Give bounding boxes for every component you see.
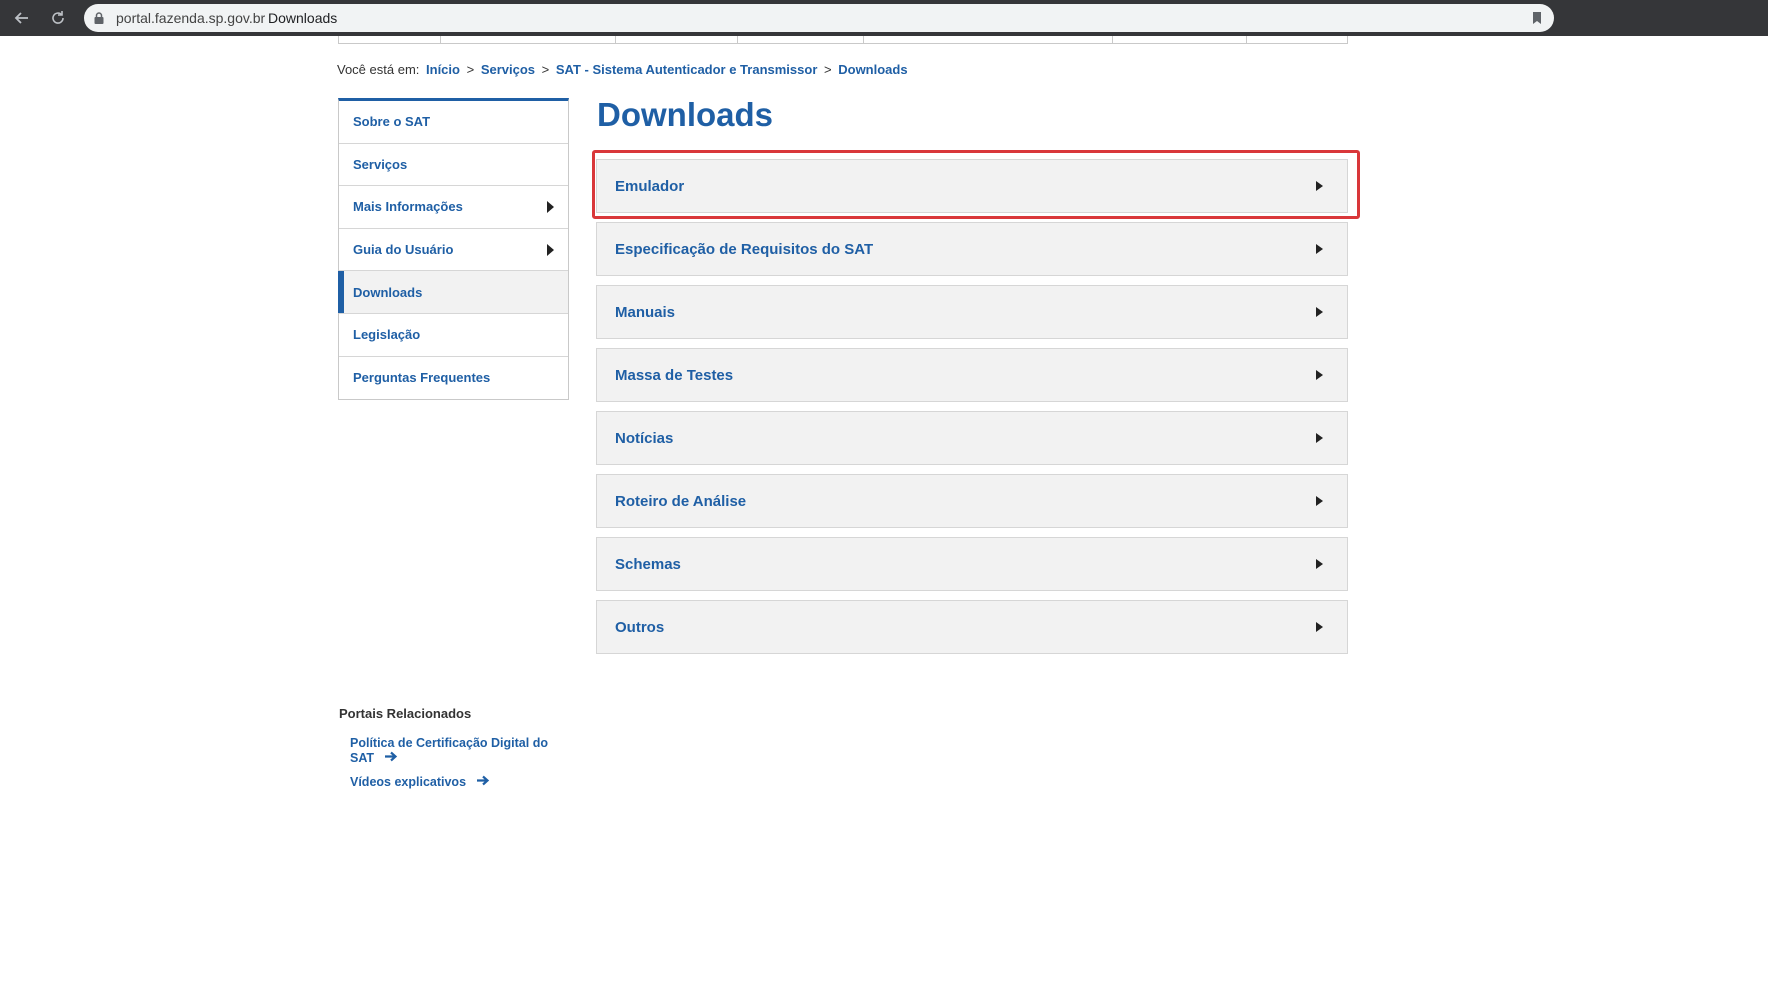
accordion-label: Schemas	[615, 555, 681, 573]
related-link-label-line2: SAT	[350, 751, 375, 765]
address-bar[interactable]: portal.fazenda.sp.gov.br Downloads	[84, 4, 1554, 32]
caret-right-icon	[1316, 181, 1323, 191]
sidebar-item-perguntas-frequentes[interactable]: Perguntas Frequentes	[339, 357, 568, 400]
accordion-especificacao[interactable]: Especificação de Requisitos do SAT	[596, 222, 1348, 276]
caret-right-icon	[1316, 559, 1323, 569]
sidebar-item-sobre-o-sat[interactable]: Sobre o SAT	[339, 101, 568, 144]
caret-right-icon	[1316, 244, 1323, 254]
url-host: portal.fazenda.sp.gov.br	[116, 10, 266, 26]
sidebar-item-label: Mais Informações	[353, 199, 463, 215]
page-title: Downloads	[597, 96, 774, 133]
url-page-title: Downloads	[268, 10, 338, 26]
sidebar-item-label: Downloads	[353, 284, 423, 300]
related-link-politica[interactable]: Política de Certificação Digital do SAT	[350, 736, 548, 766]
accordion-label: Outros	[615, 618, 665, 636]
caret-right-icon	[1316, 307, 1323, 317]
breadcrumb-link-downloads[interactable]: Downloads	[838, 62, 907, 77]
sidebar-item-label: Perguntas Frequentes	[353, 370, 491, 386]
accordion-schemas[interactable]: Schemas	[596, 537, 1348, 591]
accordion-noticias[interactable]: Notícias	[596, 411, 1348, 465]
accordion-emulador[interactable]: Emulador	[596, 159, 1348, 213]
arrow-right-icon	[476, 775, 490, 790]
related-link-videos[interactable]: Vídeos explicativos	[350, 775, 490, 790]
caret-right-icon	[1316, 496, 1323, 506]
sidebar-item-downloads[interactable]: Downloads	[338, 271, 568, 314]
bookmark-icon[interactable]	[1530, 11, 1544, 25]
browser-toolbar: portal.fazenda.sp.gov.br Downloads	[0, 0, 1768, 36]
accordion-label: Especificação de Requisitos do SAT	[615, 240, 874, 258]
sidebar-item-legislacao[interactable]: Legislação	[339, 314, 568, 357]
accordion-label: Notícias	[615, 429, 674, 447]
sidebar-item-label: Guia do Usuário	[353, 242, 454, 258]
sidebar-item-guia-do-usuario[interactable]: Guia do Usuário	[339, 229, 568, 272]
sidebar-item-servicos[interactable]: Serviços	[339, 144, 568, 187]
sidebar-menu: Sobre o SAT Serviços Mais Informações Gu…	[338, 98, 569, 401]
sidebar-item-label: Sobre o SAT	[353, 114, 431, 130]
breadcrumb-separator: >	[541, 62, 550, 77]
breadcrumb-link-inicio[interactable]: Início	[426, 62, 460, 77]
arrow-right-icon	[384, 751, 398, 766]
accordion-massa-de-testes[interactable]: Massa de Testes	[596, 348, 1348, 402]
breadcrumb-link-sat[interactable]: SAT - Sistema Autenticador e Transmissor	[556, 62, 818, 77]
sidebar-item-label: Legislação	[353, 327, 421, 343]
related-portals-title: Portais Relacionados	[339, 706, 472, 721]
caret-right-icon	[1316, 622, 1323, 632]
breadcrumb-separator: >	[466, 62, 475, 77]
accordion-manuais[interactable]: Manuais	[596, 285, 1348, 339]
breadcrumb-prefix: Você está em:	[337, 62, 420, 77]
top-nav-remnant	[338, 36, 1348, 44]
accordion-label: Roteiro de Análise	[615, 492, 747, 510]
breadcrumb: Você está em: Início > Serviços > SAT - …	[337, 62, 908, 77]
accordion-roteiro-de-analise[interactable]: Roteiro de Análise	[596, 474, 1348, 528]
accordion-label: Emulador	[615, 177, 685, 195]
back-arrow-icon[interactable]	[10, 6, 34, 30]
sidebar-item-mais-informacoes[interactable]: Mais Informações	[339, 186, 568, 229]
related-link-label: Vídeos explicativos	[350, 775, 467, 789]
breadcrumb-separator: >	[824, 62, 832, 77]
chevron-right-icon	[547, 243, 554, 256]
accordion-label: Manuais	[615, 303, 676, 321]
reload-icon[interactable]	[46, 6, 70, 30]
sidebar-item-label: Serviços	[353, 156, 408, 172]
accordion-outros[interactable]: Outros	[596, 600, 1348, 654]
chevron-right-icon	[547, 200, 554, 213]
lock-icon	[92, 11, 106, 25]
caret-right-icon	[1316, 370, 1323, 380]
caret-right-icon	[1316, 433, 1323, 443]
related-link-label-line1: Política de Certificação Digital do	[350, 736, 548, 750]
breadcrumb-link-servicos[interactable]: Serviços	[481, 62, 535, 77]
accordion-label: Massa de Testes	[615, 366, 734, 384]
